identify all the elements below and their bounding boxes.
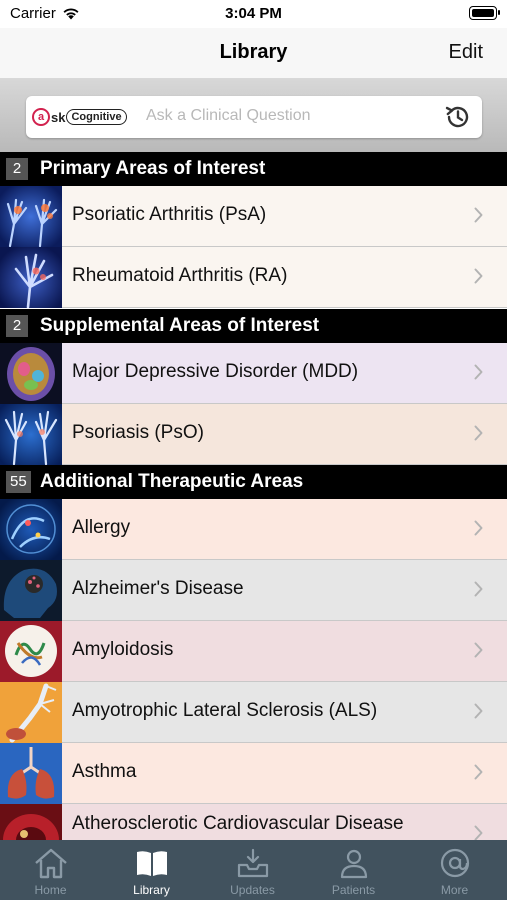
tab-bar: Home Library Updates Patients More (0, 840, 507, 900)
chevron-right-icon (474, 520, 483, 536)
chevron-right-icon (474, 642, 483, 658)
neuron-thumbnail (0, 682, 62, 743)
tab-label: Updates (230, 883, 275, 897)
hands-xray-thumbnail (0, 186, 62, 247)
logo-ask-text: sk (51, 109, 66, 125)
edit-button[interactable]: Edit (449, 41, 483, 64)
tab-home[interactable]: Home (0, 840, 101, 900)
list-item-label: Amyloidosis (72, 639, 174, 660)
search-input[interactable]: a sk Cognitive Ask a Clinical Question (26, 96, 482, 138)
list-item-label: Psoriasis (PsO) (72, 422, 204, 443)
chevron-right-icon (474, 364, 483, 380)
navigation-bar: Library Edit (0, 28, 507, 78)
ask-cognitive-logo: a sk Cognitive (32, 107, 127, 127)
hands-blue-thumbnail (0, 404, 62, 465)
section-title: Supplemental Areas of Interest (40, 315, 320, 336)
page-title: Library (219, 41, 288, 63)
list-item-label: Allergy (72, 517, 131, 538)
list-item-amyloidosis[interactable]: Amyloidosis (0, 621, 507, 682)
chevron-right-icon (474, 425, 483, 441)
tab-updates[interactable]: Updates (202, 840, 303, 900)
list-item-label: Atherosclerotic Cardiovascular Disease (72, 813, 404, 834)
status-time: 3:04 PM (225, 5, 282, 22)
tab-library[interactable]: Library (101, 840, 202, 900)
tab-label: Patients (331, 883, 376, 897)
status-bar: Carrier 3:04 PM (0, 0, 507, 28)
list-item-label: Major Depressive Disorder (MDD) (72, 361, 359, 382)
section-header-supplemental: 2 Supplemental Areas of Interest (0, 309, 507, 343)
chevron-right-icon (474, 703, 483, 719)
section-title: Primary Areas of Interest (40, 158, 266, 179)
list-item-label: Alzheimer's Disease (72, 578, 244, 599)
section-count-badge: 55 (6, 471, 31, 493)
search-area: a sk Cognitive Ask a Clinical Question (0, 78, 507, 152)
chevron-right-icon (474, 207, 483, 223)
hand-xray-thumbnail (0, 247, 62, 308)
tab-label: More (440, 883, 469, 897)
brain-dark-thumbnail (0, 560, 62, 621)
chevron-right-icon (474, 268, 483, 284)
list-item-label: Asthma (72, 761, 137, 782)
lungs-thumbnail (0, 743, 62, 804)
allergy-molecule-thumbnail (0, 499, 62, 560)
battery-icon (469, 6, 500, 20)
chevron-right-icon (474, 825, 483, 841)
home-icon (34, 848, 67, 879)
list-item-amyotrophic-lateral-sclerosis[interactable]: Amyotrophic Lateral Sclerosis (ALS) (0, 682, 507, 743)
tab-patients[interactable]: Patients (303, 840, 404, 900)
protein-thumbnail (0, 621, 62, 682)
chevron-right-icon (474, 581, 483, 597)
section-title: Additional Therapeutic Areas (40, 471, 304, 492)
list-item-label: Amyotrophic Lateral Sclerosis (ALS) (72, 700, 378, 721)
inbox-download-icon (237, 848, 268, 878)
ask-at-icon: a (32, 108, 50, 126)
section-count-badge: 2 (6, 315, 28, 337)
chevron-right-icon (474, 764, 483, 780)
logo-brand-text: Cognitive (66, 109, 127, 125)
at-sign-icon (440, 848, 469, 878)
list-item-psoriatic-arthritis[interactable]: Psoriatic Arthritis (PsA) (0, 186, 507, 247)
tab-label: Home (34, 883, 67, 897)
section-header-additional: 55 Additional Therapeutic Areas (0, 465, 507, 499)
tab-more[interactable]: More (404, 840, 505, 900)
brain-scan-thumbnail (0, 343, 62, 404)
section-header-primary: 2 Primary Areas of Interest (0, 152, 507, 186)
list-item-rheumatoid-arthritis[interactable]: Rheumatoid Arthritis (RA) (0, 247, 507, 308)
list-item-psoriasis[interactable]: Psoriasis (PsO) (0, 404, 507, 465)
tab-label: Library (133, 883, 170, 897)
section-count-badge: 2 (6, 158, 28, 180)
list-item-label: Rheumatoid Arthritis (RA) (72, 265, 288, 286)
person-icon (340, 849, 367, 879)
list-item-allergy[interactable]: Allergy (0, 499, 507, 560)
book-icon (136, 851, 167, 876)
search-placeholder: Ask a Clinical Question (146, 107, 311, 124)
history-icon[interactable] (444, 103, 472, 131)
list-item-label: Psoriatic Arthritis (PsA) (72, 204, 267, 225)
list-item-alzheimers-disease[interactable]: Alzheimer's Disease (0, 560, 507, 621)
list-item-major-depressive-disorder[interactable]: Major Depressive Disorder (MDD) (0, 343, 507, 404)
list-item-asthma[interactable]: Asthma (0, 743, 507, 804)
